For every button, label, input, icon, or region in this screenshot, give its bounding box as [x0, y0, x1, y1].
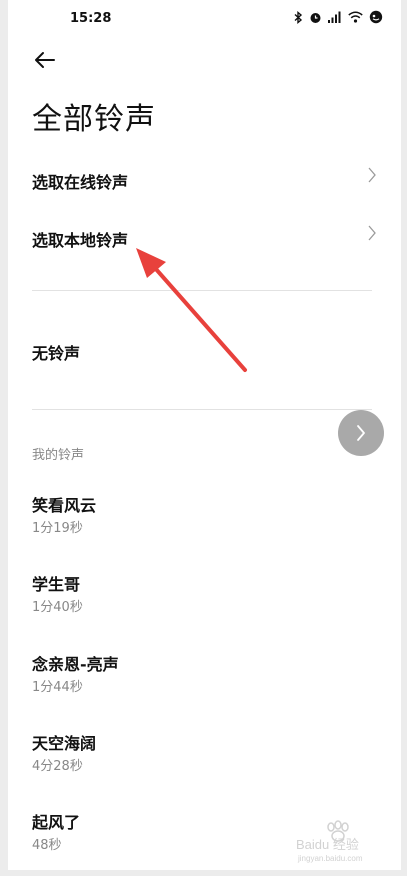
ringtone-item[interactable]: 起风了 48秒	[8, 809, 401, 879]
floating-next-button[interactable]	[338, 410, 384, 456]
status-bar: 15:28	[8, 0, 401, 40]
ringtone-duration: 4分28秒	[32, 759, 83, 774]
ringtone-title: 笑看风云	[32, 496, 97, 515]
divider	[32, 290, 372, 291]
ringtone-item[interactable]: 笑看风云 1分19秒	[8, 492, 401, 562]
select-online-ringtone-row[interactable]: 选取在线铃声	[8, 160, 401, 198]
select-local-ringtone-row[interactable]: 选取本地铃声	[8, 218, 401, 256]
chevron-right-icon	[368, 167, 376, 183]
section-header-my-ringtones: 我的铃声	[32, 448, 85, 463]
alarm-icon	[310, 12, 321, 23]
ringtone-item[interactable]: 念亲恩-亮声 1分44秒	[8, 651, 401, 721]
wifi-icon	[348, 11, 363, 23]
divider	[32, 409, 372, 410]
arrow-left-icon	[35, 52, 55, 68]
page-title: 全部铃声	[32, 102, 156, 137]
no-ringtone-row[interactable]: 无铃声	[8, 330, 401, 370]
ringtone-title: 学生哥	[32, 575, 81, 594]
ringtone-duration: 1分44秒	[32, 680, 83, 695]
select-online-ringtone-label: 选取在线铃声	[32, 173, 129, 192]
battery-icon	[369, 10, 383, 24]
screenshot-frame-right	[401, 0, 407, 876]
ringtone-title: 念亲恩-亮声	[32, 655, 119, 674]
signal-icon	[328, 11, 341, 23]
ringtone-duration: 1分19秒	[32, 521, 83, 536]
back-button[interactable]	[30, 48, 60, 72]
chevron-right-icon	[368, 225, 376, 241]
ringtone-title: 起风了	[32, 813, 81, 832]
no-ringtone-label: 无铃声	[32, 344, 81, 363]
ringtone-item[interactable]: 天空海阔 4分28秒	[8, 730, 401, 800]
status-time: 15:28	[70, 11, 112, 26]
ringtone-title: 天空海阔	[32, 734, 97, 753]
ringtone-item[interactable]: 学生哥 1分40秒	[8, 571, 401, 641]
select-local-ringtone-label: 选取本地铃声	[32, 231, 129, 250]
ringtone-duration: 1分40秒	[32, 600, 83, 615]
screenshot-frame-left	[0, 0, 8, 876]
status-icons	[294, 10, 383, 24]
ringtone-duration: 48秒	[32, 838, 62, 853]
bluetooth-icon	[294, 10, 303, 24]
chevron-right-icon	[357, 425, 365, 441]
